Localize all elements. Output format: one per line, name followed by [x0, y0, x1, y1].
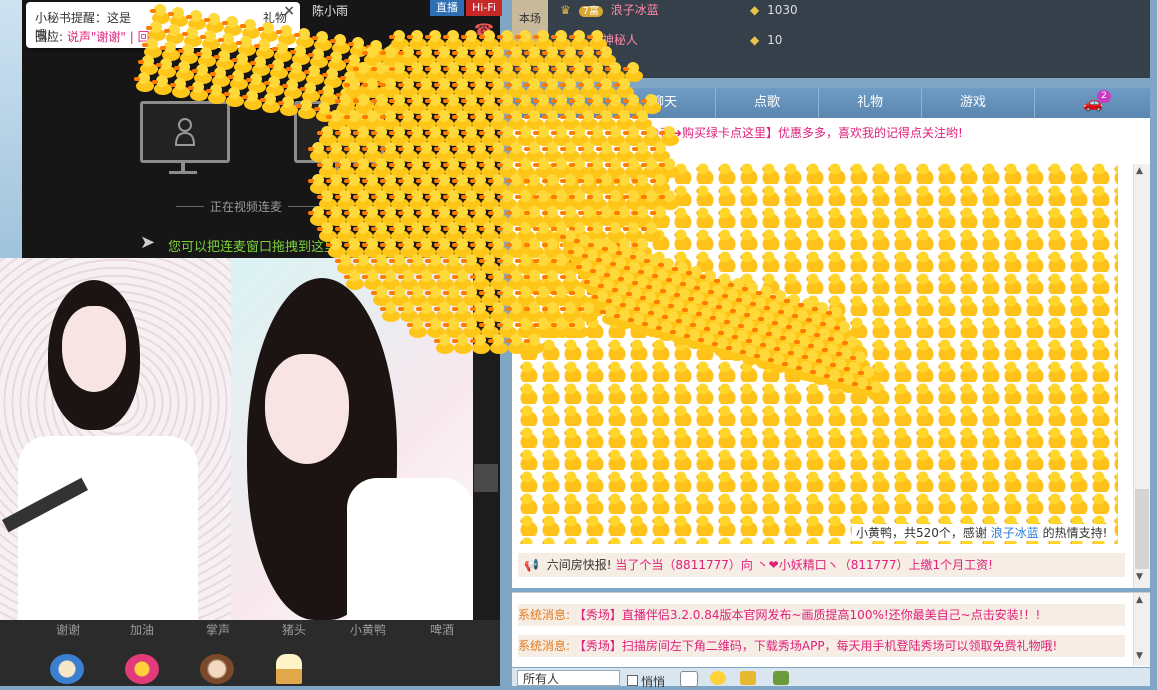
checkbox-box[interactable] — [627, 675, 638, 686]
video-feed-guest — [0, 258, 231, 620]
live-tag[interactable]: 直播 — [430, 0, 464, 16]
car-icon[interactable]: 🚗 — [1034, 88, 1151, 118]
system-message[interactable]: 系统消息: 【秀场】直播伴侣3.2.0.84版本官网发布~画质提高100%!还你… — [518, 604, 1125, 626]
gift-thanks-message: 小黄鸭，共520个，感谢 浪子冰蓝 的热情支持! — [852, 524, 1112, 541]
cursor-arrow-icon: ➤ — [140, 232, 156, 253]
tab-gifts[interactable]: 礼物 — [818, 88, 921, 118]
user-icon — [175, 118, 195, 146]
hifi-tag[interactable]: Hi-Fi — [466, 0, 502, 16]
say-thanks-link[interactable]: 说声"谢谢" — [67, 30, 126, 44]
page-background — [1150, 0, 1157, 686]
broadcast-message: 📢 六间房快报! 当了个当（8811777）向 丶❤小妖精口ヽ（811777）上… — [518, 553, 1125, 577]
broadcast-prefix: 六间房快报! — [546, 558, 612, 572]
gift-label[interactable]: 掌声 — [188, 621, 248, 638]
system-scrollbar[interactable]: ▲ ▼ — [1133, 593, 1150, 666]
gift-label[interactable]: 啤酒 — [412, 621, 472, 638]
drag-hint-text: 您可以把连麦窗口拖拽到这里 — [168, 240, 338, 255]
ranking-coins: 10 — [767, 33, 783, 47]
cake-icon[interactable] — [125, 654, 159, 684]
scroll-down-icon[interactable]: ▼ — [1136, 651, 1143, 661]
recipient-select[interactable]: 所有人 — [517, 670, 620, 686]
gift-label[interactable]: 加油 — [112, 621, 172, 638]
image-icon[interactable] — [680, 671, 698, 687]
scroll-up-icon[interactable]: ▲ — [1136, 166, 1143, 176]
chat-scrollbar[interactable]: ▲ ▼ — [1133, 164, 1150, 588]
gift-sender-name[interactable]: 浪子冰蓝 — [991, 526, 1039, 540]
duck-sprite — [523, 334, 546, 354]
popup-message: 小秘书提醒：这是 — [35, 11, 132, 25]
trophy-icon: ♛ — [560, 3, 571, 17]
tab-song-request[interactable]: 点歌 — [715, 88, 818, 118]
ice-cream-icon[interactable] — [276, 654, 302, 684]
guard-icon[interactable] — [773, 671, 789, 685]
scroll-down-icon[interactable]: ▼ — [1136, 572, 1143, 582]
car-count-badge: 2 — [1097, 90, 1111, 103]
coin-icon: ◆ — [750, 3, 760, 17]
vip-icon[interactable] — [740, 671, 756, 685]
tab-games[interactable]: 游戏 — [921, 88, 1024, 118]
promo-message[interactable]: ©币➜购买绿卡点这里】优惠多多，喜欢我的记得点关注哟! — [648, 124, 963, 141]
close-icon[interactable]: × — [283, 3, 295, 19]
host-name: 陈小雨 — [312, 4, 349, 18]
emoji-icon[interactable] — [710, 671, 726, 685]
ranking-user-name[interactable]: 浪子冰蓝 — [611, 3, 659, 17]
ranking-row[interactable]: ♛ 7富 浪子冰蓝 ◆ 1030 — [560, 0, 798, 20]
megaphone-icon: 📢 — [524, 558, 539, 572]
duck-sprite — [866, 381, 888, 401]
broadcast-body[interactable]: 当了个当（8811777）向 丶❤小妖精口ヽ（811777）上缴1个月工资! — [615, 558, 993, 572]
duck-sprite — [568, 318, 591, 338]
scroll-up-icon[interactable]: ▲ — [1136, 595, 1143, 605]
gift-label[interactable]: 小黄鸭 — [338, 621, 398, 638]
chat-scrollbar-thumb[interactable] — [1135, 489, 1149, 569]
system-message[interactable]: 系统消息: 【秀场】扫描房间左下角二维码，下载秀场APP，每天用手机登陆秀场可以… — [518, 635, 1125, 657]
ranking-coins: 1030 — [767, 3, 798, 17]
coin-icon: ◆ — [750, 33, 760, 47]
wealth-level-badge: 7富 — [578, 6, 603, 17]
gift-label[interactable]: 猪头 — [264, 621, 324, 638]
video-scrollbar-thumb[interactable] — [474, 464, 498, 492]
whisper-checkbox[interactable]: 悄悄 — [627, 673, 665, 690]
gift-label[interactable]: 谢谢 — [38, 621, 98, 638]
coffee-cup-icon[interactable] — [50, 654, 84, 684]
popup-reply-label: 回应: — [35, 30, 64, 44]
monkey-icon[interactable] — [200, 654, 234, 684]
link-status-text: 正在视频连麦 — [175, 200, 317, 214]
monitor-icon — [140, 101, 230, 174]
